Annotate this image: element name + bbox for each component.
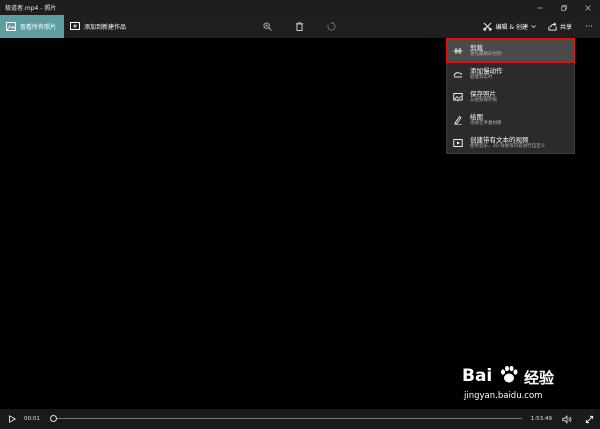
menu-item-title: 创建带有文本的视频 xyxy=(470,135,529,144)
watermark-brand-suffix: 经验 xyxy=(524,369,555,387)
chevron-down-icon xyxy=(531,25,536,28)
view-all-label: 查看所有照片 xyxy=(20,24,57,31)
menu-item-title: 添加慢动作 xyxy=(470,66,503,75)
right-tools: 编辑 & 创建 共享 ··· xyxy=(477,15,600,38)
share-button[interactable]: 共享 xyxy=(542,15,578,38)
minimize-button[interactable] xyxy=(528,0,552,15)
seek-thumb[interactable] xyxy=(50,415,57,422)
video-text-icon xyxy=(453,138,463,147)
menu-item-title: 绘图 xyxy=(470,112,483,121)
save-photo-icon xyxy=(453,92,463,101)
fullscreen-button[interactable] xyxy=(578,409,600,429)
view-all-photos-button[interactable]: 查看所有照片 xyxy=(0,15,65,38)
add-creation-icon xyxy=(70,22,81,30)
menu-item-video-with-text[interactable]: 创建带有文本的视频 使用音乐、3D 效果等内容进行自定义 xyxy=(447,131,574,154)
window-title: 极道者.mp4 - 照片 xyxy=(5,5,57,12)
rotate-button[interactable] xyxy=(322,15,340,38)
edit-create-label: 编辑 & 创建 xyxy=(495,24,528,31)
more-button[interactable]: ··· xyxy=(578,15,600,38)
fullscreen-icon xyxy=(585,415,593,423)
toolbar: 查看所有照片 添加到新建作品 编辑 & 创建 共享 ··· xyxy=(0,15,600,38)
slow-motion-icon xyxy=(453,71,462,77)
title-bar: 极道者.mp4 - 照片 xyxy=(0,0,600,15)
add-new-label: 添加到新建作品 xyxy=(84,24,127,31)
volume-button[interactable] xyxy=(556,409,578,429)
play-icon xyxy=(9,415,16,423)
zoom-button[interactable] xyxy=(258,15,276,38)
maximize-button[interactable] xyxy=(552,0,576,15)
share-label: 共享 xyxy=(559,24,572,31)
menu-item-slow-motion[interactable]: 添加慢动作 超慢到实时 xyxy=(447,62,574,85)
watermark-brand: Bai xyxy=(462,366,493,386)
volume-icon xyxy=(562,414,572,424)
menu-item-subtitle: 添加艺术素材库 xyxy=(470,120,502,126)
draw-icon xyxy=(453,115,463,125)
edit-create-icon xyxy=(483,22,493,31)
paw-icon xyxy=(501,365,518,383)
menu-item-draw[interactable]: 绘图 添加艺术素材库 xyxy=(447,108,574,131)
menu-item-title: 保存照片 xyxy=(470,89,496,98)
seek-track xyxy=(50,418,522,419)
current-time: 00:01 xyxy=(24,416,40,422)
baidu-jingyan-watermark: Bai 经验 jingyan.baidu.com xyxy=(462,364,594,408)
watermark-url: jingyan.baidu.com xyxy=(464,391,543,401)
share-icon xyxy=(548,22,557,31)
seek-bar[interactable] xyxy=(50,409,522,429)
playback-bar: 00:01 1:53:49 xyxy=(0,409,600,429)
menu-item-trim[interactable]: 剪裁 更先最精彩时刻 xyxy=(446,38,575,63)
close-icon xyxy=(585,4,591,11)
menu-item-subtitle: 超慢到实时 xyxy=(470,74,493,80)
total-time: 1:53:49 xyxy=(530,416,552,422)
play-button[interactable] xyxy=(0,409,24,429)
photos-icon xyxy=(6,22,16,31)
delete-button[interactable] xyxy=(290,15,308,38)
menu-item-title: 剪裁 xyxy=(470,43,483,52)
edit-create-menu: 剪裁 更先最精彩时刻 添加慢动作 超慢到实时 保存照片 从视频保存帧 绘图 添加… xyxy=(446,38,575,154)
edit-create-button[interactable]: 编辑 & 创建 xyxy=(477,15,542,38)
rotate-icon xyxy=(326,22,335,31)
close-button[interactable] xyxy=(576,0,600,15)
menu-item-save-photo[interactable]: 保存照片 从视频保存帧 xyxy=(447,85,574,108)
minimize-icon xyxy=(537,7,543,8)
trim-icon xyxy=(453,47,463,54)
zoom-icon xyxy=(262,22,272,31)
restore-icon xyxy=(561,4,567,11)
menu-item-subtitle: 使用音乐、3D 效果等内容进行自定义 xyxy=(470,143,546,149)
menu-item-subtitle: 更先最精彩时刻 xyxy=(470,51,502,57)
menu-item-subtitle: 从视频保存帧 xyxy=(470,97,497,103)
trash-icon xyxy=(295,22,303,31)
add-to-new-creation-button[interactable]: 添加到新建作品 xyxy=(64,15,132,38)
center-tools xyxy=(258,15,340,38)
